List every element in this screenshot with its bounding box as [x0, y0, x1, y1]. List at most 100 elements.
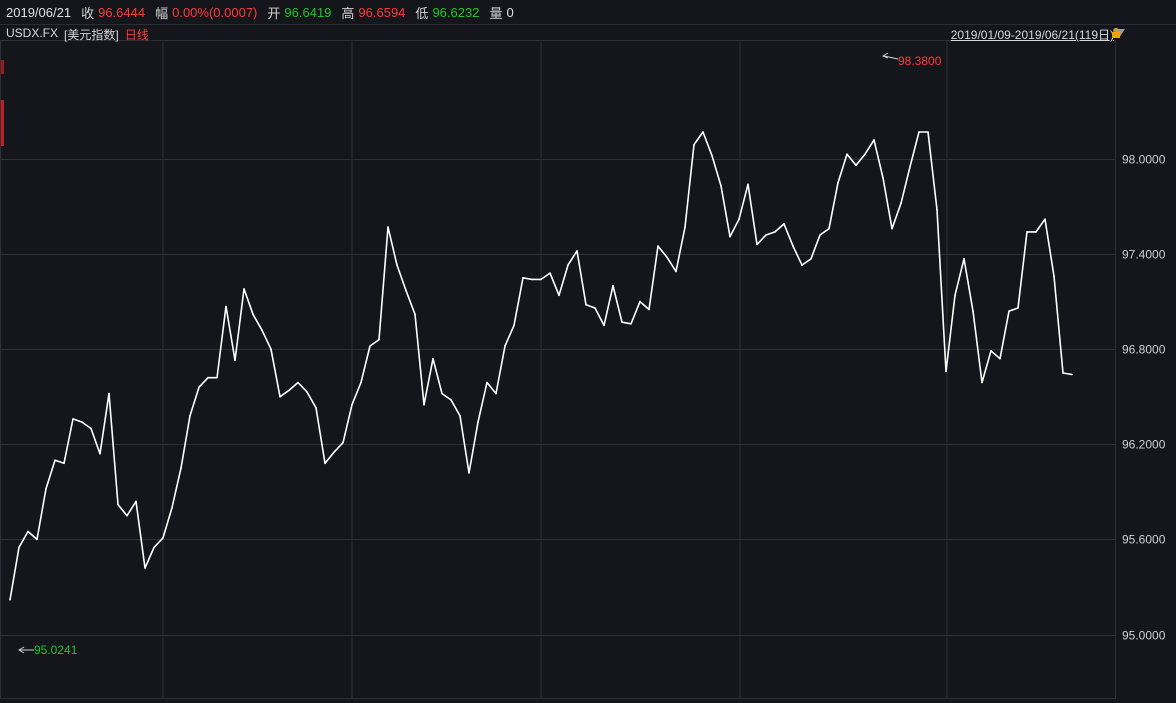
price-point-34: [315, 407, 317, 409]
price-point-111: [1008, 310, 1010, 312]
price-point-39: [360, 381, 362, 384]
price-point-52: [477, 421, 479, 423]
price-point-25: [234, 359, 236, 362]
annotations: 98.3800 95.0241: [18, 52, 942, 657]
price-point-55: [504, 345, 506, 347]
price-point-102: [927, 131, 929, 133]
price-point-50: [459, 415, 461, 417]
price-point-36: [333, 451, 335, 454]
price-point-8: [81, 421, 83, 423]
lock-icon[interactable]: [1111, 28, 1121, 38]
price-point-103: [936, 208, 938, 211]
price-point-95: [864, 153, 866, 155]
price-point-44: [405, 289, 407, 292]
price-point-85: [774, 231, 776, 233]
price-point-62: [567, 264, 569, 266]
price-point-57: [522, 277, 524, 279]
price-point-71: [648, 308, 650, 311]
price-point-45: [414, 313, 416, 316]
price-point-79: [720, 185, 722, 187]
price-point-32: [297, 381, 299, 384]
price-point-20: [189, 415, 191, 417]
price-point-67: [612, 285, 614, 287]
price-point-35: [324, 462, 326, 465]
price-point-65: [594, 307, 596, 309]
price-point-0: [9, 598, 11, 601]
price-point-14: [135, 500, 137, 503]
min-annotation: 95.0241: [34, 643, 78, 657]
price-point-110: [999, 357, 1001, 360]
price-point-75: [684, 226, 686, 228]
price-point-86: [783, 223, 785, 225]
price-point-40: [369, 345, 371, 347]
price-point-29: [270, 348, 272, 351]
price-chart[interactable]: 98.0000 97.4000 96.8000 96.2000 95.6000 95.00…: [0, 0, 1176, 703]
price-point-90: [819, 234, 821, 236]
price-point-12: [117, 503, 119, 506]
price-point-116: [1053, 275, 1055, 278]
y-tick-label: 96.8000: [1122, 343, 1166, 357]
symbol-name: [美元指数]: [64, 28, 119, 42]
grid: [0, 40, 1116, 699]
price-point-73: [666, 256, 668, 259]
symbol-code: USDX.FX: [6, 26, 59, 40]
price-point-5: [54, 459, 56, 462]
price-point-84: [765, 234, 767, 236]
price-point-6: [63, 462, 65, 465]
price-point-98: [891, 227, 893, 230]
price-point-105: [954, 294, 956, 297]
price-point-4: [45, 487, 47, 490]
price-point-115: [1044, 218, 1046, 220]
price-point-83: [756, 243, 758, 246]
date-range-selector[interactable]: 2019/01/09-2019/06/21(119日): [951, 26, 1114, 43]
price-point-59: [540, 278, 542, 281]
price-point-72: [657, 245, 659, 247]
price-point-48: [441, 392, 443, 395]
price-point-76: [693, 143, 695, 146]
symbol-title: USDX.FX [美元指数] 日线: [6, 26, 149, 43]
price-point-114: [1035, 231, 1037, 233]
price-point-99: [900, 202, 902, 205]
price-point-26: [243, 288, 245, 290]
price-point-117: [1062, 372, 1064, 374]
price-point-82: [747, 183, 749, 186]
price-point-18: [171, 506, 173, 509]
price-point-21: [198, 386, 200, 389]
period-label[interactable]: 日线: [125, 26, 149, 43]
price-point-77: [702, 131, 704, 133]
price-point-97: [882, 177, 884, 179]
price-point-17: [162, 537, 164, 539]
price-point-113: [1026, 231, 1028, 233]
y-axis: 98.0000 97.4000 96.8000 96.2000 95.6000 95.00…: [1122, 153, 1166, 643]
price-point-1: [18, 546, 20, 549]
price-point-69: [630, 323, 632, 325]
price-point-106: [963, 258, 965, 260]
price-point-89: [810, 258, 812, 260]
price-point-93: [846, 153, 848, 155]
max-annotation: 98.3800: [898, 54, 942, 68]
price-point-11: [108, 392, 110, 395]
price-point-101: [918, 131, 920, 133]
price-point-33: [306, 391, 308, 393]
price-point-94: [855, 164, 857, 167]
max-arrow-head: [881, 52, 889, 59]
price-point-7: [72, 418, 74, 420]
price-point-118: [1071, 373, 1073, 376]
y-tick-label: 95.6000: [1122, 533, 1166, 547]
price-point-92: [837, 181, 839, 184]
price-point-88: [801, 264, 803, 266]
price-point-31: [288, 389, 290, 392]
y-tick-label: 95.0000: [1122, 629, 1166, 643]
price-point-28: [261, 329, 263, 332]
y-tick-label: 98.0000: [1122, 153, 1166, 167]
price-point-112: [1017, 307, 1019, 309]
y-tick-label: 96.2000: [1122, 438, 1166, 452]
price-point-42: [387, 226, 389, 228]
price-point-43: [396, 264, 398, 266]
y-tick-label: 97.4000: [1122, 248, 1166, 262]
price-point-15: [144, 567, 146, 569]
price-point-54: [495, 392, 497, 395]
price-point-53: [486, 381, 488, 384]
price-point-13: [126, 514, 128, 517]
price-point-61: [558, 294, 560, 297]
